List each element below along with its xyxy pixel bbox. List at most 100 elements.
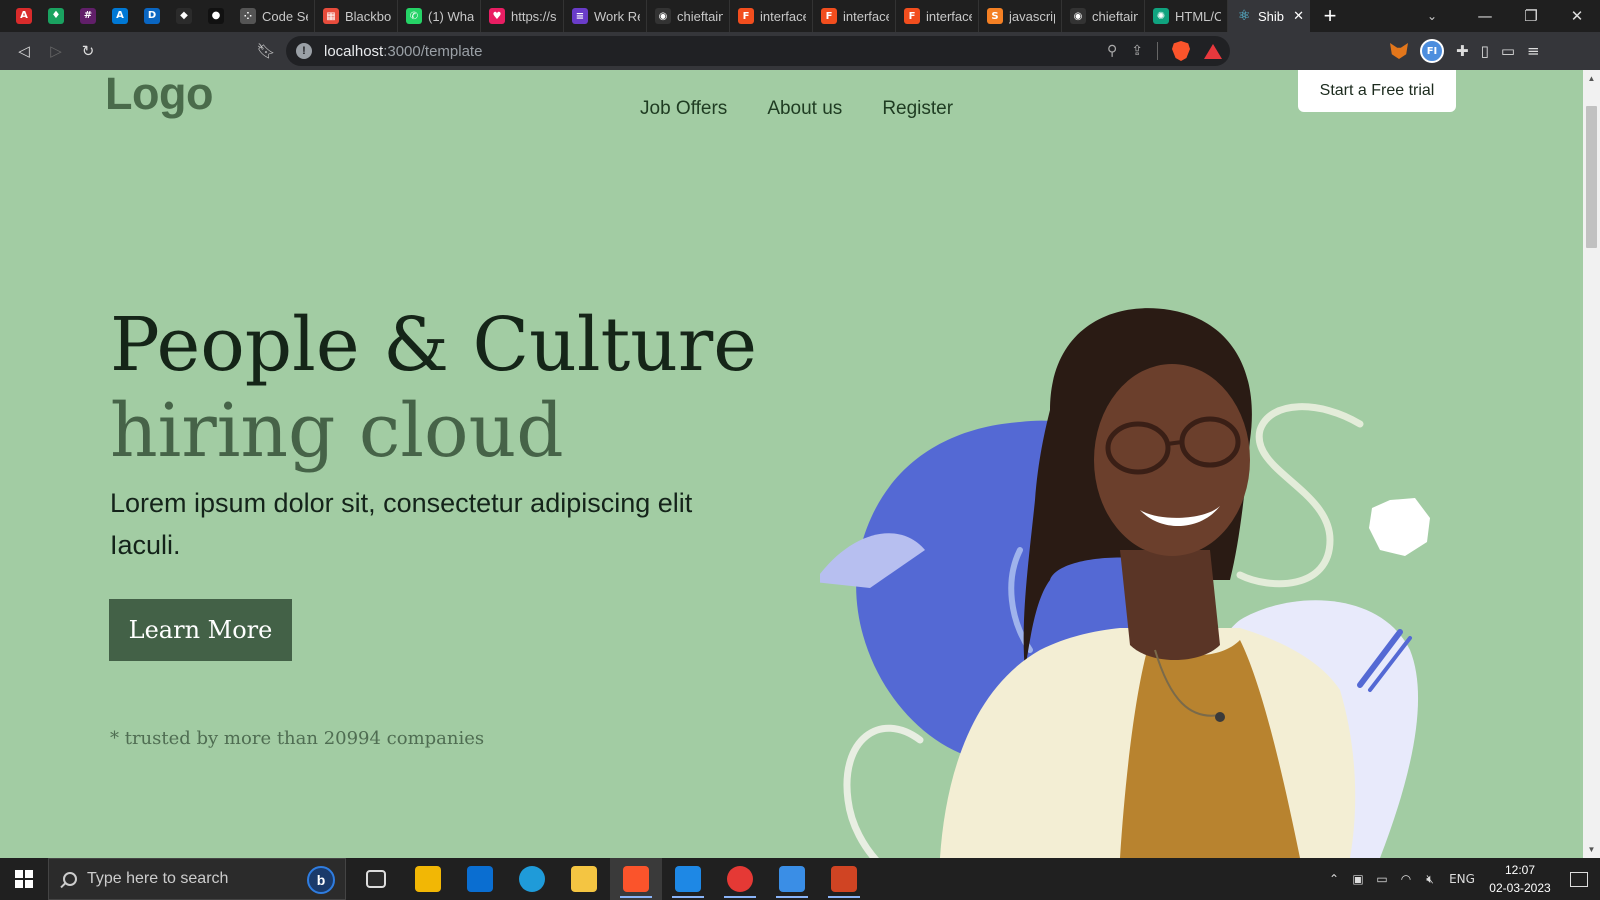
scroll-up-icon[interactable]: ▲	[1583, 70, 1600, 87]
site-info-icon[interactable]: !	[296, 43, 312, 59]
browser-tab[interactable]: Finterface	[730, 0, 813, 32]
forward-button[interactable]: ▷	[40, 35, 72, 67]
site-logo[interactable]: Logo	[105, 70, 213, 120]
taskbar-search-placeholder: Type here to search	[87, 870, 229, 887]
metamask-icon[interactable]	[1390, 43, 1408, 59]
close-tab-icon[interactable]: ✕	[1293, 8, 1304, 24]
pinned-tab[interactable]: ♦	[40, 0, 72, 32]
page-viewport: Logo Job Offers About us Register Start …	[0, 70, 1600, 858]
wifi-icon[interactable]: ◠	[1394, 872, 1418, 886]
browser-tab[interactable]: ✆ (1) What	[398, 0, 481, 32]
clock-time: 12:07	[1504, 863, 1536, 877]
zoom-icon[interactable]: ⚲	[1107, 43, 1117, 59]
browser-toolbar: ◁ ▷ ↻ 🔖︎ ! localhost:3000/template ⚲ ⇪ F…	[0, 32, 1600, 70]
pinned-tab[interactable]: A	[104, 0, 136, 32]
clock[interactable]: 12:07 02-03-2023	[1482, 861, 1558, 897]
pinned-tab[interactable]: ◆	[168, 0, 200, 32]
browser-tab[interactable]: Finterface	[896, 0, 979, 32]
browser-tab[interactable]: ◉ chieftain	[647, 0, 730, 32]
browser-tab[interactable]: Finterface	[813, 0, 896, 32]
pinned-tab[interactable]: D	[136, 0, 168, 32]
browser-tab[interactable]: ⁘ Code Se	[232, 0, 315, 32]
volume-icon[interactable]: 🔇︎	[1418, 872, 1442, 887]
github-icon: ◉	[1070, 8, 1086, 24]
notification-center-button[interactable]	[1558, 858, 1600, 900]
browser-tab[interactable]: Sjavascrip	[979, 0, 1062, 32]
wallet-icon[interactable]: ▭	[1501, 42, 1515, 60]
taskbar-search-box[interactable]: Type here to search b	[48, 858, 346, 900]
nav-job-offers[interactable]: Job Offers	[640, 98, 727, 120]
restore-button[interactable]: ❐	[1508, 0, 1554, 32]
pinned-tab[interactable]: #	[72, 0, 104, 32]
taskbar-app-button[interactable]	[454, 858, 506, 900]
url-text[interactable]: localhost:3000/template	[324, 43, 482, 60]
share-icon[interactable]: ⇪	[1131, 43, 1143, 59]
menu-icon[interactable]: ≡	[1527, 42, 1540, 60]
tab-label: chieftain	[677, 8, 723, 24]
tab-label: interface	[843, 8, 889, 24]
active-tab[interactable]: ⚛ Shib ✕	[1228, 0, 1310, 32]
person-neck	[1120, 550, 1220, 660]
new-tab-button[interactable]: +	[1310, 0, 1350, 32]
chrome-icon	[727, 866, 753, 892]
taskbar-app-button[interactable]	[714, 858, 766, 900]
nav-register[interactable]: Register	[882, 98, 953, 120]
headline-line-2: hiring cloud	[110, 388, 564, 474]
github-icon: ◉	[655, 8, 671, 24]
browser-tab[interactable]: ▦ Blackbo	[315, 0, 398, 32]
taskbar-app-button[interactable]	[610, 858, 662, 900]
taskbar-app-button[interactable]	[662, 858, 714, 900]
back-button[interactable]: ◁	[8, 35, 40, 67]
taskbar-app-button[interactable]	[402, 858, 454, 900]
scroll-down-icon[interactable]: ▼	[1583, 841, 1600, 858]
medium-icon: ●	[208, 8, 224, 24]
taskbar-app-button[interactable]	[350, 858, 402, 900]
browser-tab[interactable]: ✺ HTML/C	[1145, 0, 1228, 32]
pinned-tab[interactable]: A	[8, 0, 40, 32]
tab-label: https://s	[511, 8, 557, 24]
taskbar-apps	[350, 858, 870, 900]
minimize-button[interactable]: —	[1462, 0, 1508, 32]
bookmark-icon[interactable]: 🔖︎	[250, 35, 282, 67]
photos-icon	[779, 866, 805, 892]
edge-icon	[519, 866, 545, 892]
meet-now-icon[interactable]: ▣	[1346, 872, 1370, 886]
nav-about-us[interactable]: About us	[767, 98, 842, 120]
start-free-trial-button[interactable]: Start a Free trial	[1298, 70, 1456, 112]
brave-shields-icon[interactable]	[1172, 41, 1190, 61]
browser-tab[interactable]: ♥ https://s	[481, 0, 564, 32]
pinned-tab[interactable]: ●	[200, 0, 232, 32]
taskbar-app-button[interactable]	[766, 858, 818, 900]
tab-label: (1) What	[428, 8, 474, 24]
learn-more-button[interactable]: Learn More	[109, 599, 292, 661]
windows-logo-icon	[15, 870, 33, 888]
tab-label: javascrip	[1009, 8, 1055, 24]
address-bar[interactable]: ! localhost:3000/template ⚲ ⇪	[286, 36, 1230, 66]
browser-tab[interactable]: ≡ Work Re	[564, 0, 647, 32]
leaf-icon: ♦	[48, 8, 64, 24]
battery-icon[interactable]: ▭	[1370, 872, 1394, 886]
browser-tab[interactable]: ◉ chieftain	[1062, 0, 1145, 32]
figma-icon: F	[821, 8, 837, 24]
figma-icon: F	[738, 8, 754, 24]
reload-button[interactable]: ↻	[72, 35, 104, 67]
sidebar-icon[interactable]: ▯	[1481, 42, 1489, 60]
tab-search-icon[interactable]: ⌄	[1420, 0, 1444, 32]
brave-rewards-icon[interactable]	[1204, 43, 1222, 59]
start-button[interactable]	[0, 858, 48, 900]
extensions-puzzle-icon[interactable]: ✚	[1456, 42, 1469, 60]
tray-overflow-icon[interactable]: ⌃	[1322, 872, 1346, 886]
scrollbar-thumb[interactable]	[1586, 106, 1597, 248]
close-window-button[interactable]: ✕	[1554, 0, 1600, 32]
language-indicator[interactable]: ENG	[1442, 872, 1482, 886]
page-scrollbar[interactable]: ▲ ▼	[1583, 70, 1600, 858]
profile-avatar[interactable]: FI	[1420, 39, 1444, 63]
bing-icon[interactable]: b	[307, 866, 335, 894]
tab-label: Blackbo	[345, 8, 391, 24]
taskbar-app-button[interactable]	[558, 858, 610, 900]
file-explorer-icon	[571, 866, 597, 892]
taskbar-app-button[interactable]	[506, 858, 558, 900]
white-hexagon-shape	[1369, 498, 1430, 556]
search-icon	[63, 872, 77, 886]
taskbar-app-button[interactable]	[818, 858, 870, 900]
